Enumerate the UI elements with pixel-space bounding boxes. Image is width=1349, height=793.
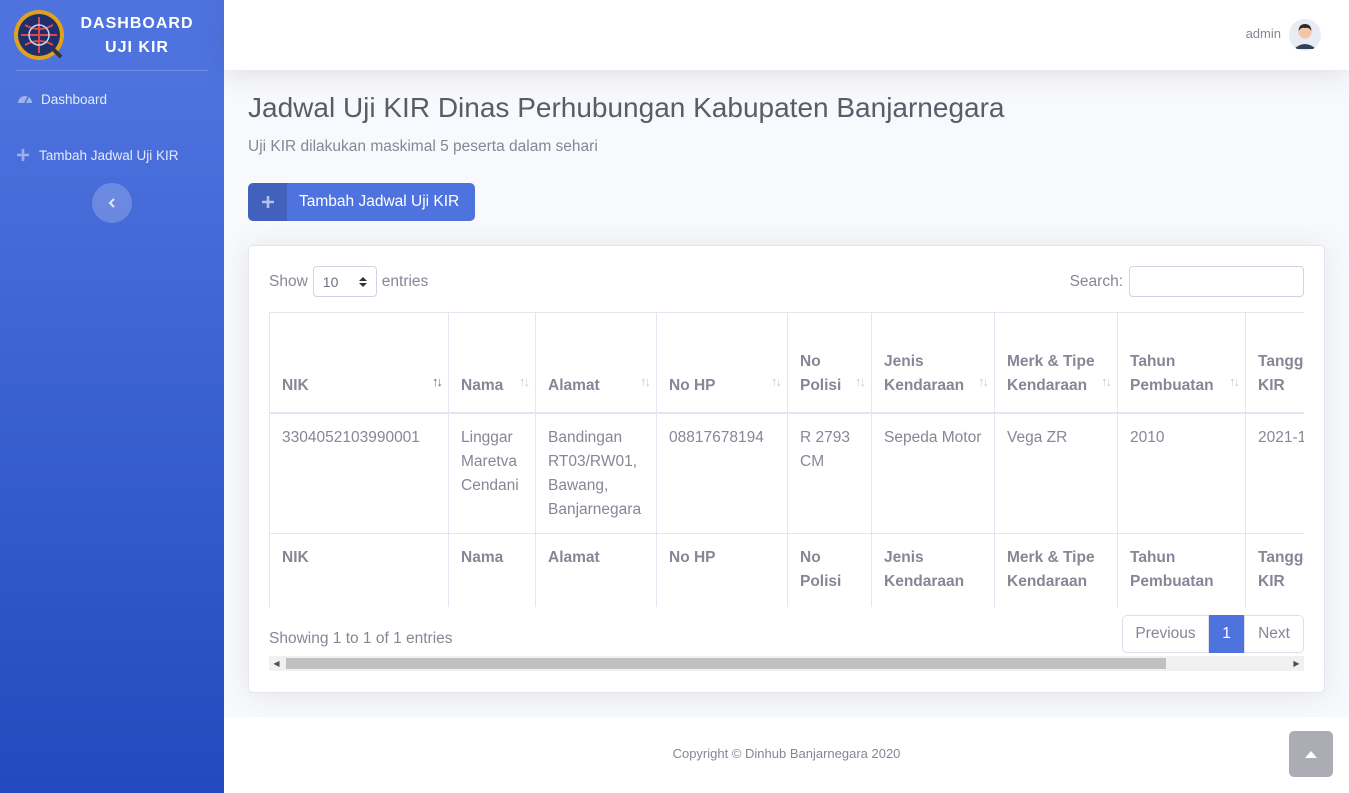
column-footer: Alamat <box>535 533 657 607</box>
table-cell: 3304052103990001 <box>269 412 449 534</box>
column-header[interactable]: Nama ↑↓ <box>448 312 536 414</box>
table-cell: 08817678194 <box>656 412 788 534</box>
sort-icon: ↑↓ <box>640 373 651 389</box>
column-header[interactable]: NIK ↑↓ <box>269 312 449 414</box>
table-info: Showing 1 to 1 of 1 entries <box>269 630 453 647</box>
brand-title: DASHBOARD UJI KIR <box>80 15 194 56</box>
page-subtitle: Uji KIR dilakukan maskimal 5 peserta dal… <box>248 138 598 155</box>
user-name[interactable]: admin <box>1246 26 1281 41</box>
sort-icon: ↑↓ <box>1101 373 1112 389</box>
sidebar-item-dashboard[interactable]: Dashboard <box>0 84 224 114</box>
sidebar-item-tambah-jadwal[interactable]: Tambah Jadwal Uji KIR <box>0 140 224 170</box>
table-cell: Linggar Maretva Cendani <box>448 412 536 534</box>
plus-icon <box>248 183 287 221</box>
entries-select[interactable]: 10 <box>312 266 377 297</box>
table-cell: Bandingan RT03/RW01, Bawang, Banjarnegar… <box>535 412 657 534</box>
add-schedule-button[interactable]: Tambah Jadwal Uji KIR <box>248 183 475 221</box>
search-control: Search: <box>1070 266 1304 297</box>
plus-icon <box>15 147 31 163</box>
table-cell: Vega ZR <box>994 412 1118 534</box>
search-input[interactable] <box>1129 266 1304 297</box>
show-label: Show <box>269 272 308 290</box>
column-header[interactable]: Merk & Tipe Kendaraan ↑↓ <box>994 312 1118 414</box>
column-header[interactable]: Jenis Kendaraan ↑↓ <box>871 312 995 414</box>
column-footer: No HP <box>656 533 788 607</box>
column-header[interactable]: Tahun Pembuatan ↑↓ <box>1117 312 1246 414</box>
previous-page-button[interactable]: Previous <box>1122 615 1209 653</box>
chevron-up-icon <box>1305 751 1317 758</box>
datatable-card: Show 10 entries Search: NIK ↑↓ Nama ↑↓ Ala… <box>248 245 1325 693</box>
sort-icon: ↑↓ <box>519 373 530 389</box>
footer: Copyright © Dinhub Banjarnegara 2020 <box>224 717 1349 793</box>
sidebar-item-label: Tambah Jadwal Uji KIR <box>39 147 179 163</box>
entries-label: entries <box>381 272 429 290</box>
dishub-logo-icon <box>14 10 64 60</box>
next-page-button[interactable]: Next <box>1244 615 1304 653</box>
column-header[interactable]: No HP ↑↓ <box>656 312 788 414</box>
column-footer: Nama <box>448 533 536 607</box>
scroll-to-top-button[interactable] <box>1289 731 1333 777</box>
pagination: Previous 1 Next <box>1122 615 1304 653</box>
length-control: Show 10 entries <box>269 266 428 297</box>
sidebar-toggle-button[interactable] <box>92 183 132 223</box>
column-footer: Tahun Pembuatan <box>1117 533 1246 607</box>
column-footer: Jenis Kendaraan <box>871 533 995 607</box>
sort-icon: ↑↓ <box>771 373 782 389</box>
column-footer: Tanggal Uji KIR <box>1245 533 1304 607</box>
horizontal-scrollbar[interactable]: ◀ ▶ <box>269 656 1304 671</box>
sort-icon: ↑↓ <box>978 373 989 389</box>
sort-asc-icon: ↑↓ <box>432 373 443 389</box>
scroll-left-icon[interactable]: ◀ <box>269 656 284 671</box>
sidebar-divider <box>16 70 208 71</box>
table-cell: 2021-17 <box>1245 412 1304 534</box>
search-label: Search: <box>1069 272 1123 290</box>
table-cell: Sepeda Motor <box>871 412 995 534</box>
copyright-text: Copyright © Dinhub Banjarnegara 2020 <box>672 746 901 761</box>
page-1-button[interactable]: 1 <box>1209 615 1244 653</box>
page-title: Jadwal Uji KIR Dinas Perhubungan Kabupat… <box>248 92 1005 123</box>
schedule-table: NIK ↑↓ Nama ↑↓ Alamat ↑↓ No HP ↑↓ No Polisi ↑… <box>269 312 1304 607</box>
sidebar-item-label: Dashboard <box>41 91 108 107</box>
table-row: 3304052103990001 Linggar Maretva Cendani… <box>269 412 1304 534</box>
topbar: admin <box>224 0 1349 70</box>
sort-icon: ↑↓ <box>1229 373 1240 389</box>
sidebar-brand[interactable]: DASHBOARD UJI KIR <box>0 0 224 70</box>
scroll-right-icon[interactable]: ▶ <box>1289 656 1304 671</box>
tachometer-icon <box>17 91 33 107</box>
avatar[interactable] <box>1289 19 1321 51</box>
table-cell: 2010 <box>1117 412 1246 534</box>
sidebar: DASHBOARD UJI KIR Dashboard Tambah Jadwa… <box>0 0 224 793</box>
column-header[interactable]: Tanggal Uji KIR↑↓ <box>1245 312 1304 414</box>
table-scroll-area: NIK ↑↓ Nama ↑↓ Alamat ↑↓ No HP ↑↓ No Polisi ↑… <box>269 312 1304 607</box>
table-header-row: NIK ↑↓ Nama ↑↓ Alamat ↑↓ No HP ↑↓ No Polisi ↑… <box>269 312 1304 414</box>
add-schedule-label: Tambah Jadwal Uji KIR <box>299 193 460 210</box>
column-footer: No Polisi <box>787 533 872 607</box>
entries-select-value: 10 <box>322 273 339 290</box>
column-footer: NIK <box>269 533 449 607</box>
table-footer-row: NIK Nama Alamat No HP No Polisi Jenis Ke… <box>269 533 1304 607</box>
chevron-left-icon <box>108 198 115 208</box>
column-header[interactable]: Alamat ↑↓ <box>535 312 657 414</box>
sort-icon: ↑↓ <box>855 373 866 389</box>
scrollbar-thumb[interactable] <box>286 658 1166 669</box>
column-footer: Merk & Tipe Kendaraan <box>994 533 1118 607</box>
column-header[interactable]: No Polisi ↑↓ <box>787 312 872 414</box>
table-cell: R 2793 CM <box>787 412 872 534</box>
sort-updown-icon <box>358 276 367 287</box>
